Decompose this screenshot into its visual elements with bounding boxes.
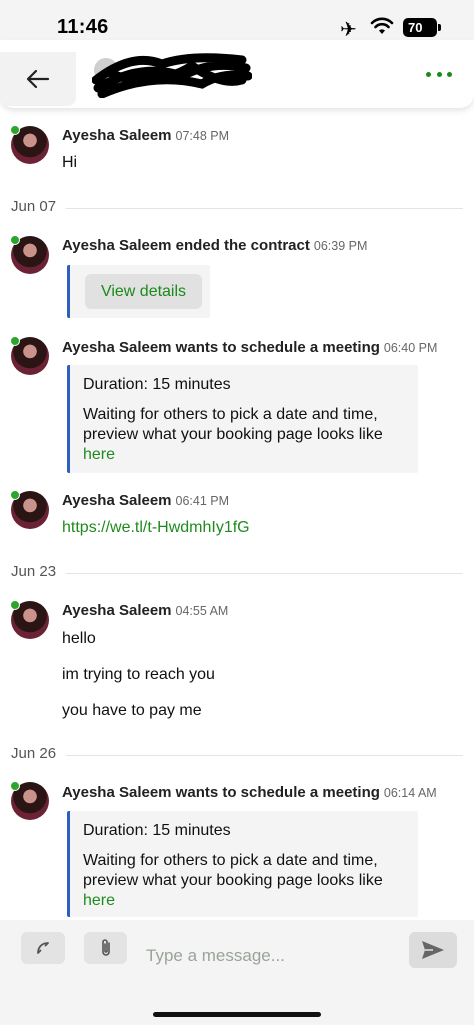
back-arrow-icon [26, 69, 50, 89]
date-separator: Jun 07 [11, 198, 463, 218]
contact-name-redacted[interactable] [91, 50, 253, 99]
back-button[interactable] [0, 52, 76, 106]
booking-preview-link[interactable]: here [83, 892, 115, 910]
view-details-button[interactable]: View details [85, 274, 202, 309]
message-text: Hi [62, 154, 78, 171]
sender-name: Ayesha Saleem [62, 602, 172, 619]
online-indicator [10, 490, 20, 500]
paperclip-icon [101, 939, 110, 956]
status-time: 11:46 [57, 16, 109, 38]
date-label: Jun 26 [11, 745, 67, 762]
online-indicator [10, 336, 20, 346]
message-time: 06:40 PM [383, 341, 438, 355]
message-time: 06:14 AM [383, 786, 437, 800]
meeting-text: preview what your booking page looks lik… [83, 426, 383, 443]
meeting-text: Waiting for others to pick a date and ti… [83, 852, 378, 869]
more-dots-icon [426, 71, 431, 77]
avatar[interactable] [10, 125, 49, 164]
message-composer [0, 920, 474, 1025]
meeting-text: preview what your booking page looks lik… [83, 872, 383, 889]
send-button[interactable] [409, 932, 457, 968]
date-label: Jun 07 [11, 198, 67, 215]
redaction-scribble [91, 53, 253, 99]
sender-name: Ayesha Saleem [62, 127, 172, 144]
message-text: you have to pay me [62, 702, 202, 719]
meeting-card: Duration: 15 minutes Waiting for others … [67, 811, 418, 917]
attach-button[interactable] [84, 932, 127, 964]
send-icon [422, 941, 444, 959]
meeting-duration: Duration: 15 minutes [83, 376, 231, 393]
phone-icon [37, 942, 49, 954]
booking-preview-link[interactable]: here [83, 446, 115, 464]
shared-link[interactable]: https://we.tl/t-HwdmhIy1fG [62, 519, 250, 537]
sender-name: Ayesha Saleem wants to schedule a meetin… [62, 784, 380, 801]
divider [11, 573, 463, 574]
wifi-icon [370, 17, 394, 34]
meeting-card: Duration: 15 minutes Waiting for others … [67, 365, 418, 473]
online-indicator [10, 235, 20, 245]
date-separator: Jun 26 [11, 745, 463, 765]
online-indicator [10, 781, 20, 791]
more-options-button[interactable] [426, 64, 452, 84]
meeting-duration: Duration: 15 minutes [83, 822, 231, 839]
meeting-text: Waiting for others to pick a date and ti… [83, 406, 378, 423]
message-text: im trying to reach you [62, 666, 215, 683]
sender-name: Ayesha Saleem ended the contract [62, 237, 310, 254]
online-indicator [10, 600, 20, 610]
divider [11, 755, 463, 756]
online-indicator [10, 125, 20, 135]
message-input[interactable] [146, 940, 386, 972]
date-label: Jun 23 [11, 563, 67, 580]
avatar[interactable] [10, 235, 49, 274]
divider [11, 208, 463, 209]
avatar[interactable] [10, 781, 49, 820]
call-button[interactable] [21, 932, 65, 964]
avatar[interactable] [10, 600, 49, 639]
battery-icon: 70 [403, 18, 441, 37]
message-time: 07:48 PM [175, 129, 230, 143]
avatar[interactable] [10, 336, 49, 375]
home-indicator [153, 1012, 321, 1017]
avatar[interactable] [10, 490, 49, 529]
contract-card: View details [67, 265, 210, 318]
message-time: 04:55 AM [175, 604, 229, 618]
airplane-icon: ✈ [340, 19, 357, 41]
sender-name: Ayesha Saleem wants to schedule a meetin… [62, 339, 380, 356]
date-separator: Jun 23 [11, 563, 463, 583]
chat-header [0, 40, 474, 108]
sender-name: Ayesha Saleem [62, 492, 172, 509]
message-text: hello [62, 630, 96, 647]
message-time: 06:41 PM [175, 494, 230, 508]
message-time: 06:39 PM [313, 239, 368, 253]
